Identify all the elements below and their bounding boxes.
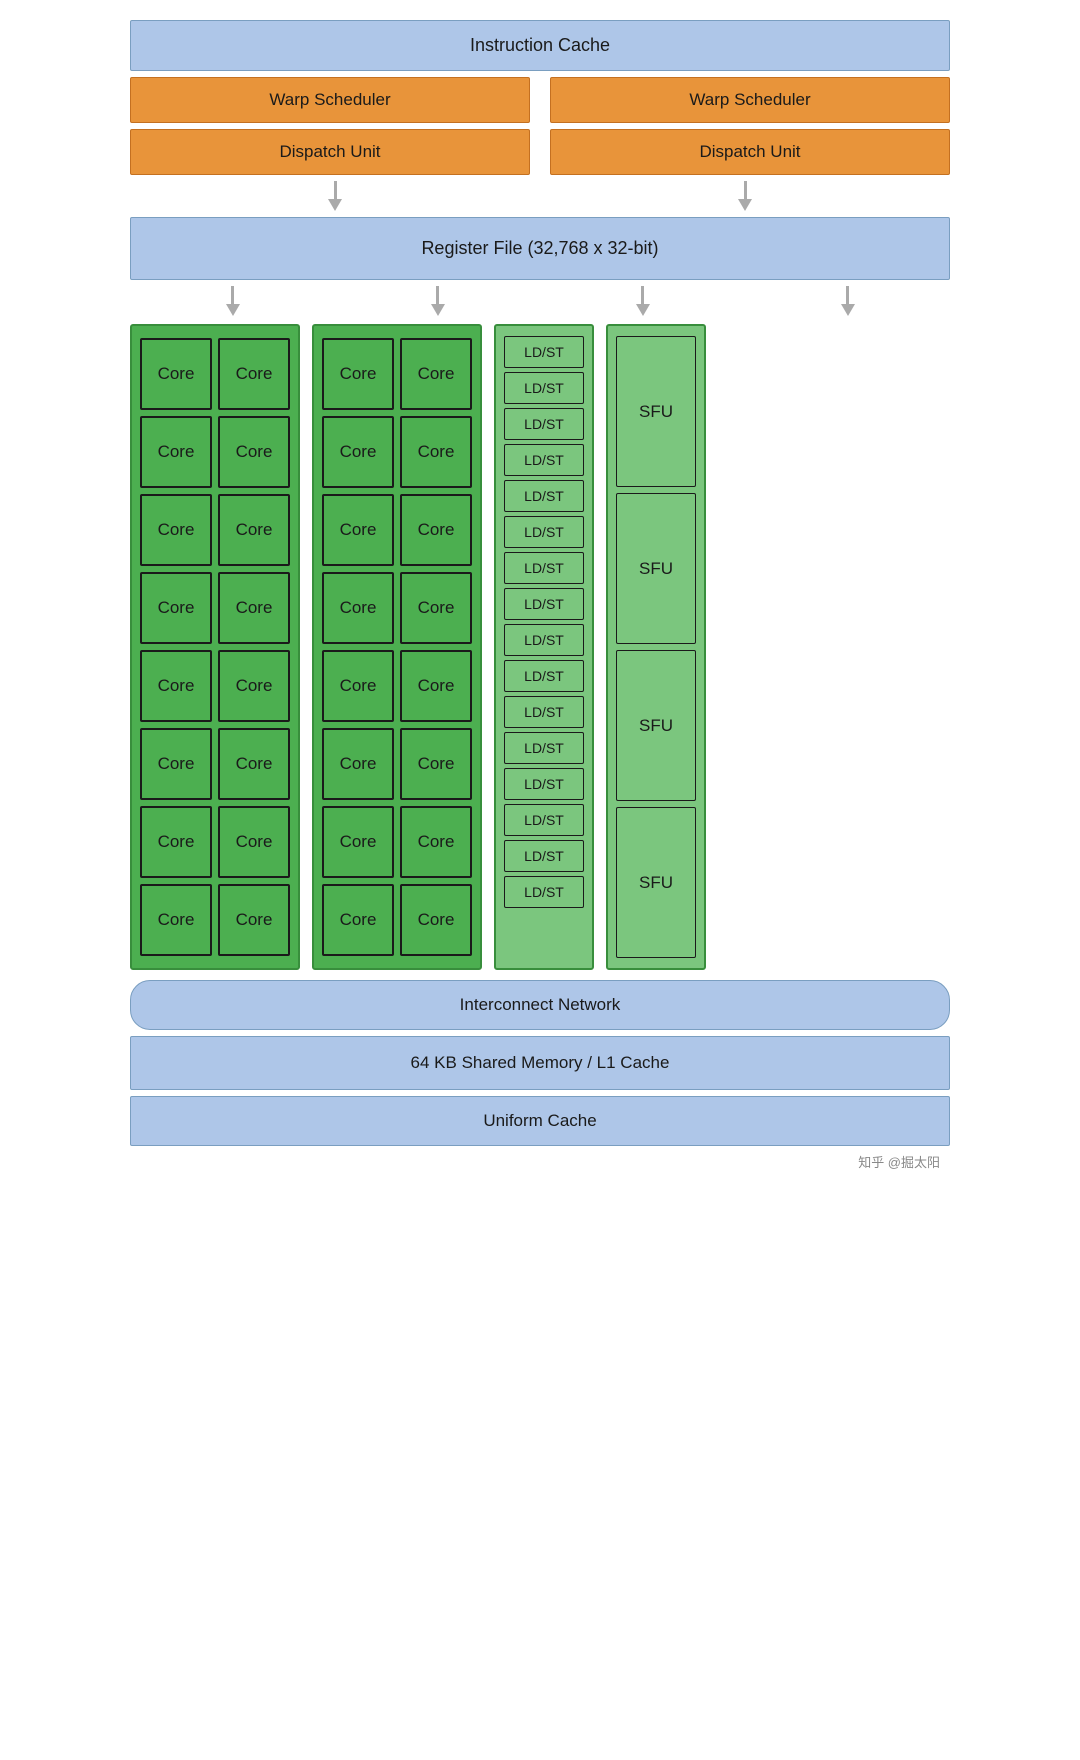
arrow-2 bbox=[738, 181, 752, 211]
core-row-2: Core Core bbox=[140, 416, 290, 488]
arrows-to-register bbox=[130, 177, 950, 215]
ldst-11: LD/ST bbox=[504, 696, 584, 728]
ldst-column: LD/ST LD/ST LD/ST LD/ST LD/ST LD/ST LD/S… bbox=[494, 324, 594, 970]
dispatch-unit-1: Dispatch Unit bbox=[130, 129, 530, 175]
sfu-1: SFU bbox=[616, 336, 696, 487]
sfu-column: SFU SFU SFU SFU bbox=[606, 324, 706, 970]
core-column-1: Core Core Core Core Core Core Core Core … bbox=[130, 324, 300, 970]
core-1-2: Core bbox=[218, 338, 290, 410]
warp-dispatch-section: Warp Scheduler Warp Scheduler Dispatch U… bbox=[130, 77, 950, 175]
warp-scheduler-1: Warp Scheduler bbox=[130, 77, 530, 123]
core-row-1: Core Core bbox=[140, 338, 290, 410]
ldst-14: LD/ST bbox=[504, 804, 584, 836]
sfu-2: SFU bbox=[616, 493, 696, 644]
ldst-9: LD/ST bbox=[504, 624, 584, 656]
core-c2-2-1: Core bbox=[322, 416, 394, 488]
register-file: Register File (32,768 x 32-bit) bbox=[130, 217, 950, 280]
arrow-5 bbox=[636, 286, 650, 316]
core-6-2: Core bbox=[218, 728, 290, 800]
shared-memory-l1: 64 KB Shared Memory / L1 Cache bbox=[130, 1036, 950, 1090]
arrow-3 bbox=[226, 286, 240, 316]
core-8-1: Core bbox=[140, 884, 212, 956]
core-row-6: Core Core bbox=[140, 728, 290, 800]
core-2-2: Core bbox=[218, 416, 290, 488]
core-3-1: Core bbox=[140, 494, 212, 566]
ldst-10: LD/ST bbox=[504, 660, 584, 692]
core-c2-3-1: Core bbox=[322, 494, 394, 566]
ldst-1: LD/ST bbox=[504, 336, 584, 368]
ldst-8: LD/ST bbox=[504, 588, 584, 620]
ldst-12: LD/ST bbox=[504, 732, 584, 764]
core-c2-7-2: Core bbox=[400, 806, 472, 878]
core-c2-6-2: Core bbox=[400, 728, 472, 800]
core-c2-1-2: Core bbox=[400, 338, 472, 410]
sfu-3: SFU bbox=[616, 650, 696, 801]
core-2-1: Core bbox=[140, 416, 212, 488]
dispatch-unit-2: Dispatch Unit bbox=[550, 129, 950, 175]
core-c2-7-1: Core bbox=[322, 806, 394, 878]
core-c2-8-2: Core bbox=[400, 884, 472, 956]
core-c2-4-1: Core bbox=[322, 572, 394, 644]
ldst-13: LD/ST bbox=[504, 768, 584, 800]
ldst-6: LD/ST bbox=[504, 516, 584, 548]
core-c2-1-1: Core bbox=[322, 338, 394, 410]
core-6-1: Core bbox=[140, 728, 212, 800]
core-c2-3-2: Core bbox=[400, 494, 472, 566]
warp-scheduler-2: Warp Scheduler bbox=[550, 77, 950, 123]
core-4-2: Core bbox=[218, 572, 290, 644]
core-row-4: Core Core bbox=[140, 572, 290, 644]
core-3-2: Core bbox=[218, 494, 290, 566]
core-c2-8-1: Core bbox=[322, 884, 394, 956]
core-column-2: Core Core Core Core Core Core Core Core … bbox=[312, 324, 482, 970]
core-5-1: Core bbox=[140, 650, 212, 722]
arrow-6 bbox=[841, 286, 855, 316]
arrow-1 bbox=[328, 181, 342, 211]
ldst-3: LD/ST bbox=[504, 408, 584, 440]
core-c2-5-1: Core bbox=[322, 650, 394, 722]
ldst-7: LD/ST bbox=[504, 552, 584, 584]
ldst-16: LD/ST bbox=[504, 876, 584, 908]
core-c2-4-2: Core bbox=[400, 572, 472, 644]
gpu-sm-diagram: Instruction Cache Warp Scheduler Warp Sc… bbox=[130, 20, 950, 1171]
ldst-2: LD/ST bbox=[504, 372, 584, 404]
uniform-cache: Uniform Cache bbox=[130, 1096, 950, 1146]
interconnect-network: Interconnect Network bbox=[130, 980, 950, 1030]
watermark: 知乎 @掘太阳 bbox=[130, 1146, 950, 1171]
ldst-4: LD/ST bbox=[504, 444, 584, 476]
core-c2-2-2: Core bbox=[400, 416, 472, 488]
core-row-5: Core Core bbox=[140, 650, 290, 722]
core-1-1: Core bbox=[140, 338, 212, 410]
ldst-5: LD/ST bbox=[504, 480, 584, 512]
arrows-from-register bbox=[130, 282, 950, 320]
core-row-3: Core Core bbox=[140, 494, 290, 566]
core-row-7: Core Core bbox=[140, 806, 290, 878]
core-row-8: Core Core bbox=[140, 884, 290, 956]
core-4-1: Core bbox=[140, 572, 212, 644]
core-c2-5-2: Core bbox=[400, 650, 472, 722]
core-c2-6-1: Core bbox=[322, 728, 394, 800]
watermark-text: 知乎 @掘太阳 bbox=[858, 1152, 940, 1171]
warp-row: Warp Scheduler Warp Scheduler bbox=[130, 77, 950, 123]
sfu-4: SFU bbox=[616, 807, 696, 958]
core-8-2: Core bbox=[218, 884, 290, 956]
core-7-2: Core bbox=[218, 806, 290, 878]
instruction-cache: Instruction Cache bbox=[130, 20, 950, 71]
main-execution-grid: Core Core Core Core Core Core Core Core … bbox=[130, 324, 950, 970]
ldst-15: LD/ST bbox=[504, 840, 584, 872]
arrow-4 bbox=[431, 286, 445, 316]
core-5-2: Core bbox=[218, 650, 290, 722]
dispatch-row: Dispatch Unit Dispatch Unit bbox=[130, 129, 950, 175]
core-7-1: Core bbox=[140, 806, 212, 878]
